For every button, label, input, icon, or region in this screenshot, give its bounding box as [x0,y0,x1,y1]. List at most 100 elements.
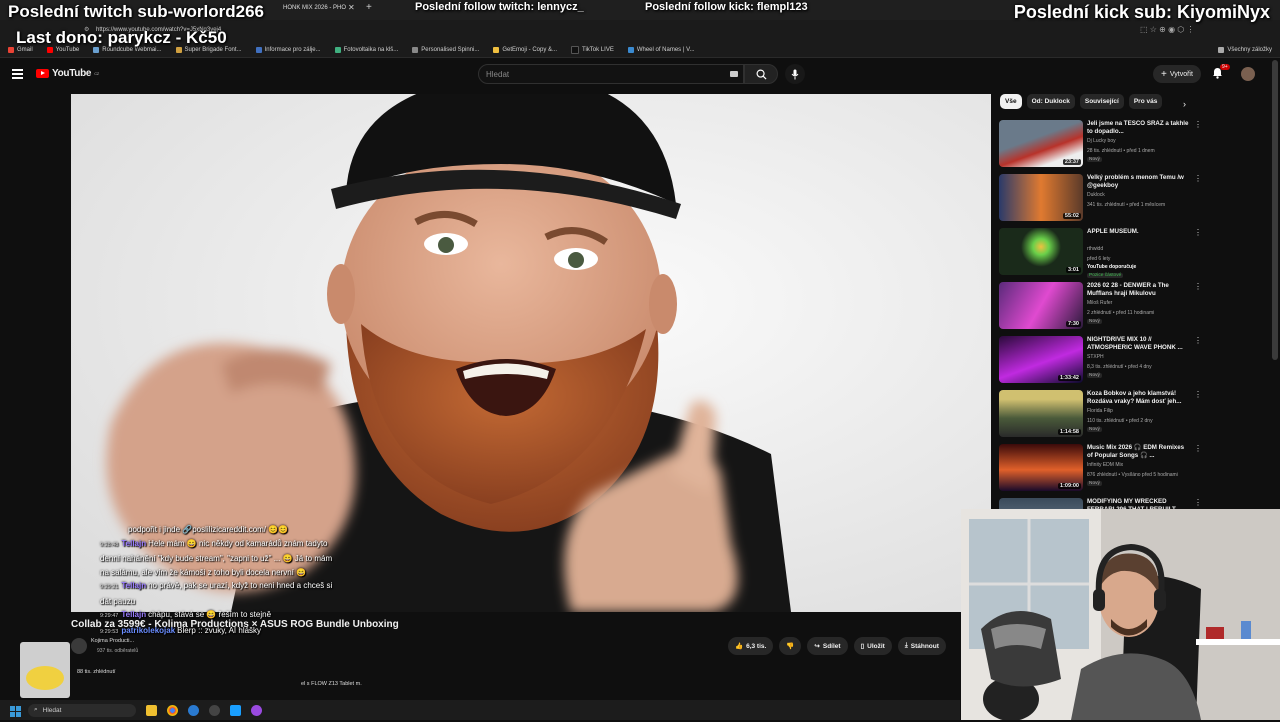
channel-name[interactable]: Dj Lucky boy [1087,138,1116,144]
save-button[interactable]: ▯ Uložit [853,637,892,655]
bookmark[interactable]: Fotovoltaika na klš... [334,46,398,53]
channel-avatar[interactable] [71,638,87,654]
last-twitch-sub-overlay: Poslední twitch sub-worlord266 [8,2,264,21]
video-thumbnail[interactable]: 7:30 [999,282,1083,329]
download-button[interactable]: ⤓ Stáhnout [897,637,946,655]
chevron-right-icon[interactable]: › [1183,99,1186,109]
recommendations-list: 23:37 Jeli jsme na TESCO SRAZ a takhle t… [999,118,1204,550]
new-badge: Nový [1087,427,1102,432]
chat-username: patrikolekojak [121,625,176,635]
channel-name[interactable]: Miloš Rufer [1087,300,1112,306]
more-options-icon[interactable]: ⋮ [1194,336,1202,345]
more-options-icon[interactable]: ⋮ [1194,444,1202,453]
more-options-icon[interactable]: ⋮ [1194,282,1202,291]
dislike-button[interactable]: 👎 [779,637,802,655]
more-options-icon[interactable]: ⋮ [1194,174,1202,183]
like-count: 6,3 tis. [746,642,767,650]
page-scrollbar[interactable] [1272,60,1278,360]
more-options-icon[interactable]: ⋮ [1194,390,1202,399]
video-thumbnail[interactable]: 1:14:58 [999,390,1083,437]
like-button[interactable]: 👍 6,3 tis. [728,637,774,655]
video-title[interactable]: Music Mix 2026 🎧 EDM Remixes of Popular … [1087,444,1191,460]
menu-icon[interactable] [12,69,23,79]
recommendation-item[interactable]: 3:01 APPLE MUSEUM. rthwidd před 6 lety Y… [999,226,1204,280]
channel-name[interactable]: rthwidd [1087,246,1103,252]
chat-message: 9:29:21 Tellajn no právě, pak se urazí, kd… [100,579,340,608]
recommendation-item[interactable]: 1:33:42 NIGHTDRIVE MIX 10 // ATMOSPHERIC… [999,334,1204,388]
channel-name[interactable]: Duklock [1087,192,1105,198]
video-thumbnail[interactable]: 1:09:00 [999,444,1083,491]
chrome-icon[interactable] [167,704,178,716]
steam-icon[interactable] [230,704,241,716]
share-icon: ↪ [814,643,820,650]
voice-search-button[interactable] [785,64,805,84]
bookmark-icon: ▯ [860,643,865,650]
recommendation-item[interactable]: 1:14:58 Koza Bobkov a jeho klamstvá! Roz… [999,388,1204,442]
new-tab-icon[interactable]: + [366,2,372,13]
keyboard-icon[interactable] [730,71,738,77]
channel-name[interactable]: Infinity EDM Mix [1087,462,1123,468]
obs-icon[interactable] [209,704,220,716]
recommendation-item[interactable]: 55:02 Velký problém s menom Temu /w @gee… [999,172,1204,226]
account-avatar[interactable] [1241,67,1255,81]
chip-related[interactable]: Související [1079,94,1124,109]
filter-chips: Vše Od: Duklock Související Pro vás [1000,94,1163,109]
description-text: el s FLOW Z13 Tablet m. [301,681,362,687]
bookmark[interactable]: GetEmoji - Copy &... [493,46,557,53]
chat-text: Blerp :: zvuky, AI hlášky [177,625,262,635]
video-title[interactable]: NIGHTDRIVE MIX 10 // ATMOSPHERIC WAVE PH… [1087,336,1191,352]
search-input[interactable]: Hledat [478,64,744,84]
duration-badge: 1:09:00 [1058,483,1081,489]
close-tab-icon[interactable]: ✕ [348,3,355,12]
active-tab-title[interactable]: HONK MIX 2026 - PHO [283,5,346,11]
video-title[interactable]: APPLE MUSEUM. [1087,228,1191,236]
view-count: 88 tis. zhlédnutí [77,669,116,675]
taskbar-search[interactable]: ⌕ Hledat [28,703,136,717]
extensions-icons[interactable]: ⬚ ☆ ⊕ ◉ ⬡ ⋮ [1140,25,1195,34]
video-thumbnail[interactable]: 3:01 [999,228,1083,275]
bookmark[interactable]: Wheel of Names | V... [627,46,695,53]
video-title[interactable]: Koza Bobkov a jeho klamstvá! Rozdáva vra… [1087,390,1191,406]
chat-timestamp: 9:28:48 [100,541,119,548]
search-button[interactable] [744,64,778,84]
video-title[interactable]: 2026 02 28 - DENWER a The Mufflans hrají… [1087,282,1191,298]
recommendation-item[interactable]: 1:09:00 Music Mix 2026 🎧 EDM Remixes of … [999,442,1204,496]
windows-start-icon[interactable] [10,704,21,717]
video-thumbnail[interactable]: 1:33:42 [999,336,1083,383]
create-button[interactable]: + Vytvořit [1153,65,1201,83]
download-label: Stáhnout [910,642,939,650]
video-meta: 110 tis. zhlédnutí • před 2 dny [1087,418,1153,424]
chip-for-you[interactable]: Pro vás [1128,94,1163,109]
video-title[interactable]: Velký problém s menom Temu /w @geekboy [1087,174,1191,190]
last-kick-follow-overlay: Poslední follow kick: flempl123 [645,1,808,13]
chat-timestamp: 9:29:53 [100,628,119,635]
channel-name[interactable]: Florida Filip [1087,408,1113,414]
chip-from-channel[interactable]: Od: Duklock [1026,94,1075,109]
youtube-logo[interactable]: YouTube CZ [36,68,99,79]
video-thumbnail[interactable]: 23:37 [999,120,1083,167]
bookmark[interactable]: TikTok LIVE [571,45,614,54]
channel-name[interactable]: STXPH [1087,354,1104,360]
video-title[interactable]: Jeli jsme na TESCO SRAZ a takhle to dopa… [1087,120,1191,136]
more-options-icon[interactable]: ⋮ [1194,228,1202,237]
bookmark[interactable]: Personalised Spinni... [412,46,479,53]
more-options-icon[interactable]: ⋮ [1194,120,1202,129]
position-badge: Pozice částové [1087,273,1124,278]
browser-icon[interactable] [188,704,199,716]
duration-badge: 55:02 [1062,213,1081,219]
chat-message: podpořit i jinde 🔗poslilizicareddit.com/… [128,523,340,537]
last-kick-sub-overlay: Poslední kick sub: KiyomiNyx [1013,2,1270,22]
recommendation-item[interactable]: 7:30 2026 02 28 - DENWER a The Mufflans … [999,280,1204,334]
save-label: Uložit [867,642,885,650]
webcam-image [961,509,1280,720]
bookmark[interactable]: Informace pro zálje... [255,46,321,53]
chip-all[interactable]: Vše [1000,94,1022,109]
app-icon[interactable] [251,704,262,716]
chat-username: Tellajn [121,538,147,548]
file-explorer-icon[interactable] [146,704,157,716]
recommendation-item[interactable]: 23:37 Jeli jsme na TESCO SRAZ a takhle t… [999,118,1204,172]
video-thumbnail[interactable]: 55:02 [999,174,1083,221]
share-button[interactable]: ↪ Sdílet [807,637,848,655]
all-bookmarks[interactable]: Všechny záložky [1218,46,1272,53]
more-options-icon[interactable]: ⋮ [1194,498,1202,507]
